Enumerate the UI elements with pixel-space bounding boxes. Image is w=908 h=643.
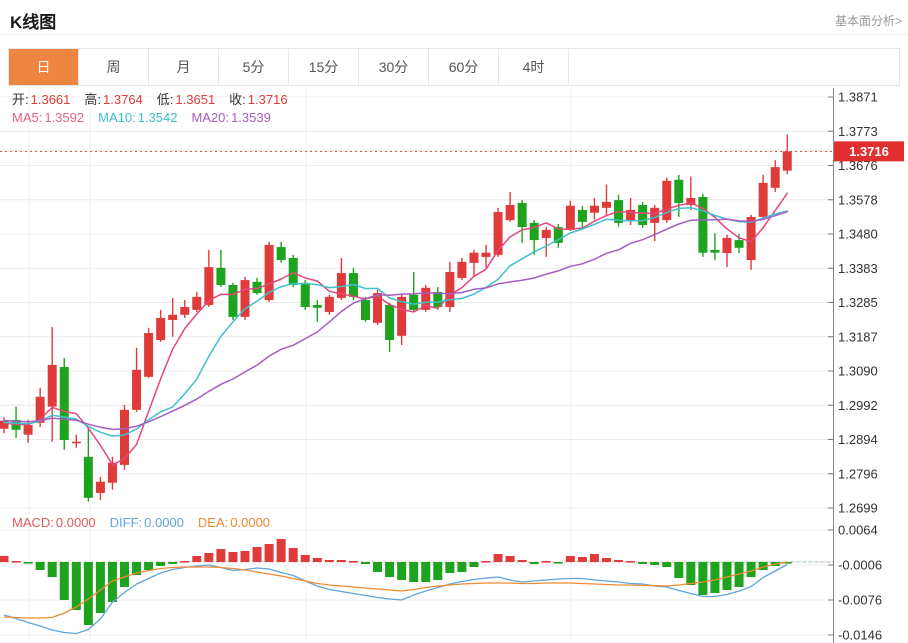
- svg-text:1.2894: 1.2894: [838, 432, 878, 447]
- svg-text:1.3285: 1.3285: [838, 295, 878, 310]
- legend-item: 低:1.3651: [157, 92, 215, 107]
- svg-text:-0.0076: -0.0076: [838, 593, 882, 608]
- current-price-badge: 1.3716: [834, 141, 904, 161]
- macd-histogram: [0, 539, 792, 625]
- macd-legend: MACD:0.0000 DIFF:0.0000 DEA:0.0000: [12, 514, 284, 532]
- legend-item: MA10:1.3542: [98, 110, 177, 125]
- legend-item: DIFF:0.0000: [110, 515, 184, 530]
- svg-text:1.3090: 1.3090: [838, 364, 878, 379]
- y-axis-labels: 1.38711.37731.36761.35781.34801.33831.32…: [828, 90, 882, 643]
- grid: [0, 88, 833, 643]
- svg-text:1.3187: 1.3187: [838, 329, 878, 344]
- ohlc-legend: 开:1.3661 高:1.3764 低:1.3651 收:1.3716: [12, 91, 302, 109]
- svg-text:1.2992: 1.2992: [838, 398, 878, 413]
- ma10-line: [4, 208, 787, 436]
- candles: [0, 135, 792, 502]
- svg-text:1.3871: 1.3871: [838, 90, 878, 105]
- legend-item: 收:1.3716: [229, 92, 287, 107]
- legend-item: MA5:1.3592: [12, 110, 84, 125]
- kline-page: K线图 基本面分析> 日周月5分15分30分60分4时 1.38711.3773…: [0, 0, 908, 643]
- svg-text:-0.0006: -0.0006: [838, 558, 882, 573]
- legend-item: MACD:0.0000: [12, 515, 96, 530]
- svg-text:-0.0146: -0.0146: [838, 628, 882, 643]
- svg-text:1.2699: 1.2699: [838, 501, 878, 516]
- legend-item: 开:1.3661: [12, 92, 70, 107]
- svg-text:1.3773: 1.3773: [838, 124, 878, 139]
- svg-text:1.3383: 1.3383: [838, 261, 878, 276]
- svg-text:0.0064: 0.0064: [838, 523, 878, 538]
- legend-item: DEA:0.0000: [198, 515, 270, 530]
- ma20-line: [4, 212, 787, 430]
- svg-text:1.2796: 1.2796: [838, 466, 878, 481]
- svg-text:1.3578: 1.3578: [838, 192, 878, 207]
- svg-text:1.3480: 1.3480: [838, 227, 878, 242]
- ma-legend: MA5:1.3592 MA10:1.3542 MA20:1.3539: [12, 109, 285, 127]
- svg-text:1.3716: 1.3716: [849, 144, 889, 159]
- legend-item: MA20:1.3539: [191, 110, 270, 125]
- legend-item: 高:1.3764: [84, 92, 142, 107]
